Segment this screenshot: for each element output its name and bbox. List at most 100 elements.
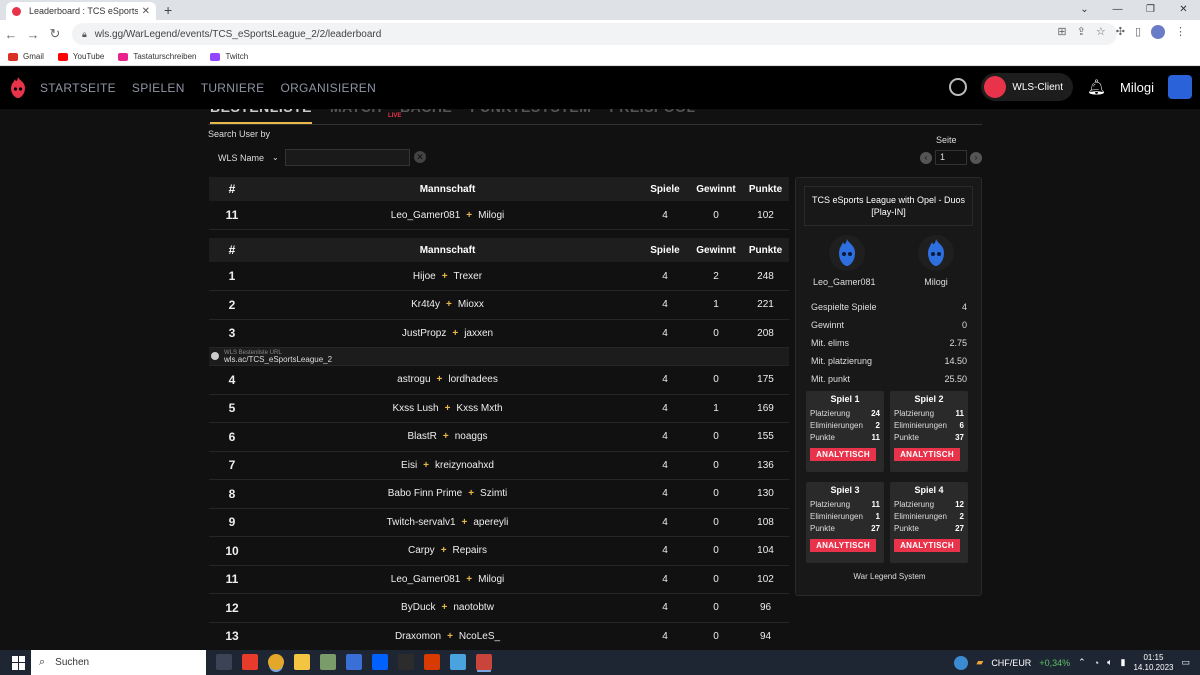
help-icon[interactable] [954, 655, 969, 670]
table-row[interactable]: 11 Leo_Gamer081 + Milogi 4 0 102 [209, 565, 789, 594]
player-2-name[interactable]: Repairs [453, 545, 487, 556]
player-1-name[interactable]: Eisi [401, 460, 417, 471]
bookmark-item[interactable]: YouTube [57, 52, 104, 61]
analytics-button[interactable]: ANALYTISCH [810, 539, 876, 552]
player-2-name[interactable]: kreizynoahxd [435, 460, 494, 471]
dropbox-icon[interactable] [372, 654, 388, 670]
new-tab-button[interactable]: + [164, 2, 172, 18]
wls-client-button[interactable]: WLS-Client [981, 73, 1073, 101]
currency-pair[interactable]: CHF/EUR [991, 658, 1031, 668]
browser-tab[interactable]: Leaderboard : TCS eSports League ✕ [6, 2, 156, 20]
player-1-name[interactable]: ByDuck [401, 602, 435, 613]
table-row[interactable]: 2 Kr4t4y + Mioxx 4 1 221 [209, 290, 789, 320]
menu-icon[interactable]: ⋮ [1175, 25, 1186, 39]
wls-client-task-icon[interactable] [476, 654, 492, 670]
next-page-icon[interactable]: › [970, 151, 982, 164]
bookmark-item[interactable]: Gmail [8, 52, 44, 61]
profile-avatar-icon[interactable] [1151, 25, 1165, 39]
sidebar-icon[interactable]: ▯ [1135, 25, 1141, 39]
tray-chevron-icon[interactable]: ⌃ [1078, 657, 1086, 668]
table-row[interactable]: 5 Kxss Lush + Kxss Mxth 4 1 169 [209, 394, 789, 423]
player-1-name[interactable]: Leo_Gamer081 [391, 574, 461, 585]
app-icon[interactable] [242, 654, 258, 670]
nav-organisieren[interactable]: ORGANISIEREN [280, 81, 376, 95]
nav-spielen[interactable]: SPIELEN [132, 81, 185, 95]
lock-icon[interactable]: 🔒︎ [82, 29, 87, 40]
column-header-points[interactable]: Punkte [742, 177, 789, 201]
player-card[interactable]: Leo_Gamer081 [813, 235, 876, 287]
table-row[interactable]: 1 Hijoe + Trexer 4 2 248 [209, 262, 789, 291]
file-explorer-icon[interactable] [294, 654, 310, 670]
url-bar[interactable]: 🔒︎ wls.gg/WarLegend/events/TCS_eSportsLe… [72, 23, 1117, 45]
player-2-name[interactable]: naotobtw [453, 602, 494, 613]
table-row[interactable]: 3 JustPropz + jaxxen 4 0 208 [209, 319, 789, 348]
player-2-name[interactable]: Mioxx [458, 299, 484, 310]
player-1-name[interactable]: Kr4t4y [411, 299, 440, 310]
player-1-name[interactable]: Twitch-servalv1 [387, 517, 456, 528]
player-1-name[interactable]: Hijoe [413, 271, 436, 282]
table-row[interactable]: 6 BlastR + noaggs 4 0 155 [209, 422, 789, 452]
search-input[interactable] [285, 149, 410, 166]
notifications-icon[interactable]: ▭ [1181, 657, 1190, 668]
tab-match[interactable]: MATCH [330, 109, 382, 124]
app-icon[interactable] [450, 654, 466, 670]
search-type-select[interactable]: WLS Name ⌄ [210, 149, 282, 166]
url-banner-value[interactable]: wls.ac/TCS_eSportsLeague_2 [212, 355, 789, 364]
app-icon[interactable] [398, 654, 414, 670]
player-2-name[interactable]: jaxxen [464, 328, 493, 339]
prev-page-icon[interactable]: ‹ [920, 151, 932, 164]
leaderboard-url-banner[interactable]: WLS Bestenliste URL wls.ac/TCS_eSportsLea… [209, 347, 789, 366]
player-1-name[interactable]: BlastR [407, 431, 436, 442]
store-icon[interactable] [320, 654, 336, 670]
forward-icon[interactable]: → [22, 27, 44, 42]
player-1-name[interactable]: Kxss Lush [392, 403, 438, 414]
table-row[interactable]: 4 astrogu + lordhadees 4 0 175 [209, 365, 789, 395]
table-row[interactable]: 7 Eisi + kreizynoahxd 4 0 136 [209, 451, 789, 480]
analytics-button[interactable]: ANALYTISCH [894, 448, 960, 461]
column-header-games[interactable]: Spiele [640, 238, 690, 262]
close-tab-icon[interactable]: ✕ [142, 6, 150, 17]
tab-punktesystem[interactable]: PUNKTESYSTEM [470, 109, 591, 124]
task-view-icon[interactable] [216, 654, 232, 670]
player-2-name[interactable]: lordhadees [448, 374, 497, 385]
player-1-name[interactable]: Carpy [408, 545, 435, 556]
language-globe-icon[interactable] [949, 78, 968, 96]
notification-bell-icon[interactable]: 🔔︎ [1087, 78, 1106, 96]
reload-icon[interactable]: ↻ [44, 26, 66, 42]
player-2-name[interactable]: noaggs [455, 431, 488, 442]
mail-icon[interactable] [346, 654, 362, 670]
war-legend-logo-icon[interactable] [6, 76, 30, 100]
column-header-wins[interactable]: Gewinnt [690, 238, 742, 262]
player-2-name[interactable]: Trexer [454, 271, 483, 282]
bookmark-item[interactable]: Tastaturschreiben [118, 52, 196, 61]
analytics-button[interactable]: ANALYTISCH [810, 448, 876, 461]
table-row[interactable]: 13 Draxomon + NcoLeS_ 4 0 94 [209, 622, 789, 650]
clock[interactable]: 01:15 14.10.2023 [1133, 653, 1173, 673]
column-header-wins[interactable]: Gewinnt [690, 177, 742, 201]
tab-preispool[interactable]: PREISPOOL [609, 109, 695, 124]
windows-start-icon[interactable] [12, 655, 26, 670]
bookmark-item[interactable]: Twitch [210, 52, 248, 61]
player-2-name[interactable]: Szimti [480, 488, 507, 499]
mic-icon[interactable]: ▮ [1120, 657, 1125, 668]
clear-search-icon[interactable]: ✕ [414, 151, 426, 163]
back-icon[interactable]: ← [0, 27, 22, 42]
restore-icon[interactable]: ❐ [1134, 0, 1167, 20]
table-row[interactable]: 9 Twitch-servalv1 + apereyli 4 0 108 [209, 508, 789, 537]
close-window-icon[interactable]: ✕ [1167, 0, 1200, 20]
column-header-rank[interactable]: # [209, 238, 255, 262]
minimize-icon[interactable]: — [1101, 0, 1134, 20]
player-2-name[interactable]: apereyli [473, 517, 508, 528]
player-1-name[interactable]: Babo Finn Prime [388, 488, 462, 499]
network-icon[interactable]: ◔ [1094, 658, 1099, 668]
star-icon[interactable]: ☆ [1096, 25, 1106, 39]
chrome-icon[interactable] [268, 654, 284, 670]
player-1-name[interactable]: Leo_Gamer081 [391, 210, 461, 221]
table-row[interactable]: 8 Babo Finn Prime + Szimti 4 0 130 [209, 479, 789, 509]
office-icon[interactable] [424, 654, 440, 670]
column-header-team[interactable]: Mannschaft [255, 177, 640, 201]
table-row[interactable]: 12 ByDuck + naotobtw 4 0 96 [209, 593, 789, 623]
player-1-name[interactable]: JustPropz [402, 328, 446, 339]
taskbar-search[interactable]: ⌕ Suchen [31, 650, 206, 675]
table-row[interactable]: 11 Leo_Gamer081 + Milogi 4 0 102 [209, 201, 789, 230]
